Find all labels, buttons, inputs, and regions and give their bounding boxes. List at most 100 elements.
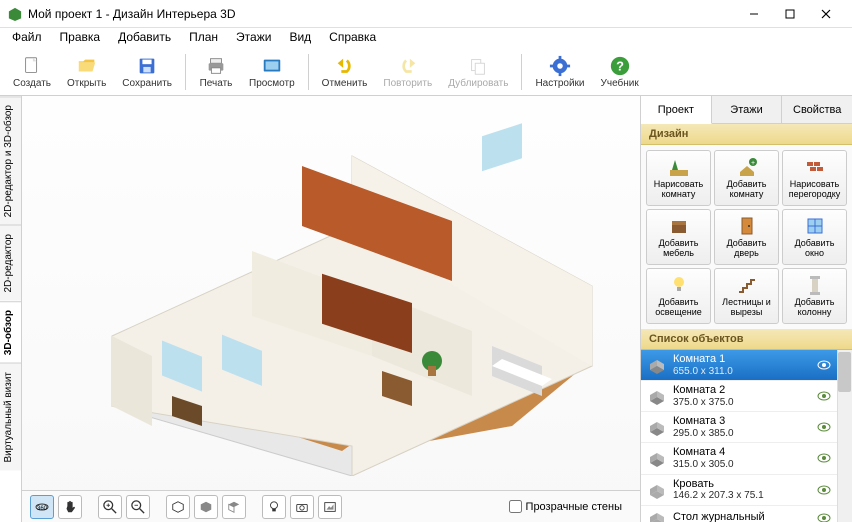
menu-plan[interactable]: План bbox=[181, 28, 226, 48]
design-label: Добавить дверь bbox=[717, 239, 776, 259]
app-icon bbox=[8, 7, 22, 21]
separator bbox=[308, 54, 309, 90]
object-item[interactable]: Кровать146.2 x 207.3 x 75.1 bbox=[641, 475, 837, 506]
zoom-in-icon bbox=[103, 500, 117, 514]
toolbar-redo[interactable]: Повторить bbox=[376, 52, 439, 92]
menu-floors[interactable]: Этажи bbox=[228, 28, 279, 48]
toolbar-open[interactable]: Открыть bbox=[60, 52, 113, 92]
tab-walkthrough[interactable]: Виртуальный визит bbox=[0, 363, 21, 471]
room-icon bbox=[647, 449, 667, 467]
image-icon bbox=[323, 500, 337, 514]
bottom-toolbar: 360 Прозрачные стены bbox=[22, 490, 640, 522]
tab-properties[interactable]: Свойства bbox=[782, 96, 852, 123]
object-item[interactable]: Комната 2375.0 x 375.0 bbox=[641, 381, 837, 412]
zoom-in-button[interactable] bbox=[98, 495, 122, 519]
toolbar-save[interactable]: Сохранить bbox=[115, 52, 179, 92]
toolbar-undo[interactable]: Отменить bbox=[315, 52, 375, 92]
object-item[interactable]: Комната 4315.0 x 305.0 bbox=[641, 443, 837, 474]
add-light-icon bbox=[668, 274, 690, 296]
cube-icon bbox=[171, 500, 185, 514]
toolbar-new[interactable]: Создать bbox=[6, 52, 58, 92]
close-button[interactable] bbox=[808, 2, 844, 26]
tab-3d[interactable]: 3D-обзор bbox=[0, 301, 21, 363]
toolbar-duplicate[interactable]: Дублировать bbox=[441, 52, 515, 92]
toolbar-preview[interactable]: Просмотр bbox=[242, 52, 302, 92]
tab-2d-3d[interactable]: 2D-редактор и 3D-обзор bbox=[0, 96, 21, 225]
design-label: Нарисовать комнату bbox=[649, 180, 708, 200]
toolbar-settings[interactable]: Настройки bbox=[528, 52, 591, 92]
svg-text:?: ? bbox=[616, 58, 624, 73]
object-name: Комната 1 bbox=[673, 353, 811, 366]
object-name: Кровать bbox=[673, 478, 811, 491]
design-label: Нарисовать перегородку bbox=[785, 180, 844, 200]
design-label: Добавить колонну bbox=[785, 298, 844, 318]
visibility-icon[interactable] bbox=[817, 511, 831, 522]
minimize-button[interactable] bbox=[736, 2, 772, 26]
menu-file[interactable]: Файл bbox=[4, 28, 50, 48]
screenshot-button[interactable] bbox=[318, 495, 342, 519]
tab-floors[interactable]: Этажи bbox=[712, 96, 783, 123]
object-dimensions: 315.0 x 305.0 bbox=[673, 459, 811, 471]
design-add-room[interactable]: +Добавить комнату bbox=[714, 150, 779, 206]
transparent-walls-input[interactable] bbox=[509, 500, 522, 513]
tab-project[interactable]: Проект bbox=[641, 96, 712, 124]
object-dimensions: 375.0 x 375.0 bbox=[673, 397, 811, 409]
room-icon bbox=[647, 418, 667, 436]
visibility-icon[interactable] bbox=[817, 483, 831, 497]
menu-help[interactable]: Справка bbox=[321, 28, 384, 48]
menu-add[interactable]: Добавить bbox=[110, 28, 179, 48]
zoom-out-button[interactable] bbox=[126, 495, 150, 519]
room-icon bbox=[647, 356, 667, 374]
view-mode-3[interactable] bbox=[222, 495, 246, 519]
titlebar: Мой проект 1 - Дизайн Интерьера 3D bbox=[0, 0, 852, 28]
camera-button[interactable] bbox=[290, 495, 314, 519]
separator bbox=[521, 54, 522, 90]
menu-edit[interactable]: Правка bbox=[52, 28, 109, 48]
visibility-icon[interactable] bbox=[817, 389, 831, 403]
design-grid: Нарисовать комнату +Добавить комнату Нарис… bbox=[641, 145, 852, 329]
design-draw-room[interactable]: Нарисовать комнату bbox=[646, 150, 711, 206]
object-item[interactable]: Стол журнальный bbox=[641, 506, 837, 522]
object-name: Стол журнальный bbox=[673, 511, 811, 522]
hand-icon bbox=[63, 500, 77, 514]
visibility-icon[interactable] bbox=[817, 451, 831, 465]
visibility-icon[interactable] bbox=[817, 420, 831, 434]
design-label: Добавить комнату bbox=[717, 180, 776, 200]
orbit-button[interactable]: 360 bbox=[30, 495, 54, 519]
3d-render[interactable] bbox=[22, 96, 640, 490]
transparent-walls-checkbox[interactable]: Прозрачные стены bbox=[509, 500, 622, 513]
pan-button[interactable] bbox=[58, 495, 82, 519]
viewport: 360 Прозрачные стены bbox=[22, 96, 640, 522]
toolbar-print[interactable]: Печать bbox=[192, 52, 240, 92]
tab-2d[interactable]: 2D-редактор bbox=[0, 225, 21, 301]
object-list[interactable]: Комната 1655.0 x 311.0Комната 2375.0 x 3… bbox=[641, 350, 852, 522]
scrollbar-thumb[interactable] bbox=[838, 352, 851, 392]
object-name: Комната 4 bbox=[673, 446, 811, 459]
gear-icon bbox=[549, 55, 571, 77]
design-add-window[interactable]: Добавить окно bbox=[782, 209, 847, 265]
add-column-icon bbox=[804, 274, 826, 296]
visibility-icon[interactable] bbox=[817, 358, 831, 372]
furniture-icon bbox=[647, 509, 667, 522]
design-draw-wall[interactable]: Нарисовать перегородку bbox=[782, 150, 847, 206]
design-label: Добавить освещение bbox=[649, 298, 708, 318]
design-add-door[interactable]: Добавить дверь bbox=[714, 209, 779, 265]
object-item[interactable]: Комната 1655.0 x 311.0 bbox=[641, 350, 837, 381]
view-mode-2[interactable] bbox=[194, 495, 218, 519]
view-mode-1[interactable] bbox=[166, 495, 190, 519]
orbit-icon: 360 bbox=[34, 499, 50, 515]
window-title: Мой проект 1 - Дизайн Интерьера 3D bbox=[28, 7, 736, 21]
toolbar: Создать Открыть Сохранить Печать Просмот… bbox=[0, 48, 852, 96]
object-item[interactable]: Комната 3295.0 x 385.0 bbox=[641, 412, 837, 443]
design-add-stairs[interactable]: Лестницы и вырезы bbox=[714, 268, 779, 324]
menu-view[interactable]: Вид bbox=[281, 28, 319, 48]
add-stairs-icon bbox=[736, 274, 758, 296]
maximize-button[interactable] bbox=[772, 2, 808, 26]
lighting-button[interactable] bbox=[262, 495, 286, 519]
object-dimensions: 146.2 x 207.3 x 75.1 bbox=[673, 490, 811, 502]
scrollbar-track[interactable] bbox=[837, 350, 852, 522]
design-add-column[interactable]: Добавить колонну bbox=[782, 268, 847, 324]
design-add-light[interactable]: Добавить освещение bbox=[646, 268, 711, 324]
toolbar-tutorial[interactable]: ? Учебник bbox=[594, 52, 646, 92]
design-add-furniture[interactable]: Добавить мебель bbox=[646, 209, 711, 265]
